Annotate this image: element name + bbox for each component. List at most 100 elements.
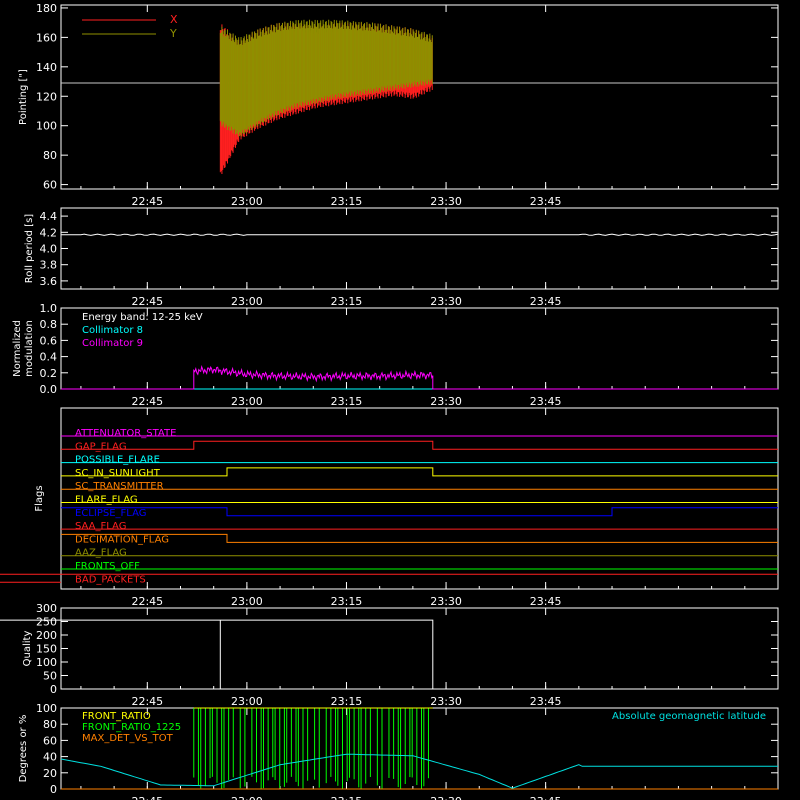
pointing-ytick-label: 100 — [36, 120, 57, 133]
roll-xtick-label: 23:00 — [231, 295, 263, 308]
flag-label: ECLIPSE_FLAG — [75, 508, 146, 519]
flags-xtick-label: 23:30 — [430, 595, 462, 608]
quality-xtick-label: 23:30 — [430, 695, 462, 708]
quality-ytick-label: 50 — [43, 670, 57, 683]
quality-line — [0, 619, 434, 690]
flags-ylabel: Flags — [34, 485, 45, 511]
quality-xtick-label: 23:45 — [530, 695, 562, 708]
geo-ytick-label: 100 — [36, 702, 57, 715]
pointing-ytick-label: 80 — [43, 149, 57, 162]
legend-energy-band: Energy band: 12-25 keV — [82, 312, 203, 323]
chart-canvas: 22:4523:0023:1523:3023:4500:0000:1560801… — [0, 2, 779, 800]
quality-xtick-label: 22:45 — [131, 695, 163, 708]
flag-label: ATTENUATOR_STATE — [75, 428, 176, 439]
geo-xtick-label: 23:30 — [430, 795, 462, 800]
flag-label: BAD_PACKETS — [75, 574, 146, 585]
geomag-latitude-line — [60, 753, 778, 789]
panels-layer: 22:4523:0023:1523:3023:4500:0000:1560801… — [0, 2, 779, 800]
flag-label: AAZ_FLAG — [75, 548, 127, 559]
quality-ytick-label: 100 — [36, 656, 57, 669]
roll-ylabel: Roll period [s] — [24, 214, 35, 283]
geo-ytick-label: 60 — [43, 734, 57, 747]
geo-panel: 22:4523:0023:1523:3023:4500:0000:1502040… — [36, 702, 779, 800]
quality-ytick-label: 0 — [50, 683, 57, 696]
legend-collimator-8: Collimator 8 — [82, 325, 143, 336]
modulation-ytick-label: 0.2 — [40, 367, 58, 380]
modulation-ytick-label: 0.0 — [40, 383, 58, 396]
pointing-panel: 22:4523:0023:1523:3023:4500:0000:1560801… — [36, 2, 779, 208]
flags-xtick-label: 23:45 — [530, 595, 562, 608]
flag-label: FRONTS_OFF — [75, 561, 140, 572]
flags-xtick-label: 23:15 — [331, 595, 363, 608]
pointing-frame — [60, 4, 779, 190]
geo-xtick-label: 23:15 — [331, 795, 363, 800]
quality-xtick-label: 23:00 — [231, 695, 263, 708]
flag-label: GAP_FLAG — [75, 441, 127, 452]
flag-label: SC_TRANSMITTER — [75, 481, 164, 492]
geo-ylabel: Degrees or % — [18, 715, 29, 783]
roll-panel: 22:4523:0023:1523:3023:4500:0000:153.63.… — [40, 207, 779, 308]
roll-xtick-label: 23:15 — [331, 295, 363, 308]
flags-xtick-label: 22:45 — [131, 595, 163, 608]
quality-ytick-label: 300 — [36, 602, 57, 615]
flag-label: DECIMATION_FLAG — [75, 534, 169, 545]
modulation-ylabel: Normalized — [12, 320, 23, 377]
roll-ytick-label: 4.2 — [40, 226, 58, 239]
roll-period-line — [61, 233, 779, 236]
flags-xtick-label: 23:00 — [231, 595, 263, 608]
legend-x-label: X — [170, 13, 178, 26]
modulation-xtick-label: 23:15 — [331, 395, 363, 408]
modulation-xtick-label: 23:00 — [231, 395, 263, 408]
flag-label: POSSIBLE_FLARE — [75, 455, 160, 466]
geo-ytick-label: 20 — [43, 767, 57, 780]
roll-ytick-label: 4.0 — [40, 243, 58, 256]
quality-xtick-label: 23:15 — [331, 695, 363, 708]
pointing-xtick-label: 23:30 — [430, 195, 462, 208]
legend-max-det: MAX_DET_VS_TOT — [82, 733, 174, 744]
pointing-xtick-label: 23:45 — [530, 195, 562, 208]
modulation-ytick-label: 0.8 — [40, 318, 58, 331]
modulation-panel: 22:4523:0023:1523:3023:4500:0000:150.00.… — [40, 302, 779, 408]
pointing-xtick-label: 23:00 — [231, 195, 263, 208]
flag-line — [61, 440, 778, 450]
geo-ytick-label: 0 — [50, 783, 57, 796]
modulation-ylabel: modulation — [24, 320, 35, 377]
flag-label: FLARE_FLAG — [75, 495, 138, 506]
flag-label: SAA_FLAG — [75, 521, 126, 532]
geo-xtick-label: 23:00 — [231, 795, 263, 800]
geo-ytick-label: 80 — [43, 718, 57, 731]
modulation-ytick-label: 1.0 — [40, 302, 58, 315]
roll-xtick-label: 23:30 — [430, 295, 462, 308]
pointing-ytick-label: 120 — [36, 90, 57, 103]
modulation-xtick-label: 23:30 — [430, 395, 462, 408]
legend-front-ratio: FRONT_RATIO — [82, 711, 151, 722]
quality-ytick-label: 150 — [36, 643, 57, 656]
legend-y-label: Y — [169, 27, 177, 40]
geo-xtick-label: 23:45 — [530, 795, 562, 800]
legend-collimator-9: Collimator 9 — [82, 338, 143, 349]
pointing-ytick-label: 60 — [43, 179, 57, 192]
quality-ytick-label: 250 — [36, 616, 57, 629]
roll-xtick-label: 22:45 — [131, 295, 163, 308]
geo-ytick-label: 40 — [43, 751, 57, 764]
y-series — [219, 19, 433, 137]
pointing-ytick-label: 180 — [36, 2, 57, 15]
flags-panel: 22:4523:0023:1523:3023:4500:0000:15ATTEN… — [0, 407, 779, 608]
roll-ytick-label: 4.4 — [40, 210, 58, 223]
flag-label: SC_IN_SUNLIGHT — [75, 468, 161, 479]
roll-frame — [60, 207, 779, 290]
pointing-ytick-label: 140 — [36, 61, 57, 74]
quality-ytick-label: 200 — [36, 629, 57, 642]
flag-line — [61, 467, 778, 477]
modulation-ytick-label: 0.6 — [40, 334, 58, 347]
modulation-xtick-label: 22:45 — [131, 395, 163, 408]
quality-ylabel: Quality — [22, 631, 33, 667]
modulation-ytick-label: 0.4 — [40, 351, 58, 364]
roll-ytick-label: 3.8 — [40, 259, 58, 272]
geo-xtick-label: 22:45 — [131, 795, 163, 800]
modulation-xtick-label: 23:45 — [530, 395, 562, 408]
legend-geomag: Absolute geomagnetic latitude — [612, 711, 766, 722]
pointing-xtick-label: 22:45 — [131, 195, 163, 208]
roll-ytick-label: 3.6 — [40, 275, 58, 288]
collimator-9-line — [61, 365, 778, 390]
